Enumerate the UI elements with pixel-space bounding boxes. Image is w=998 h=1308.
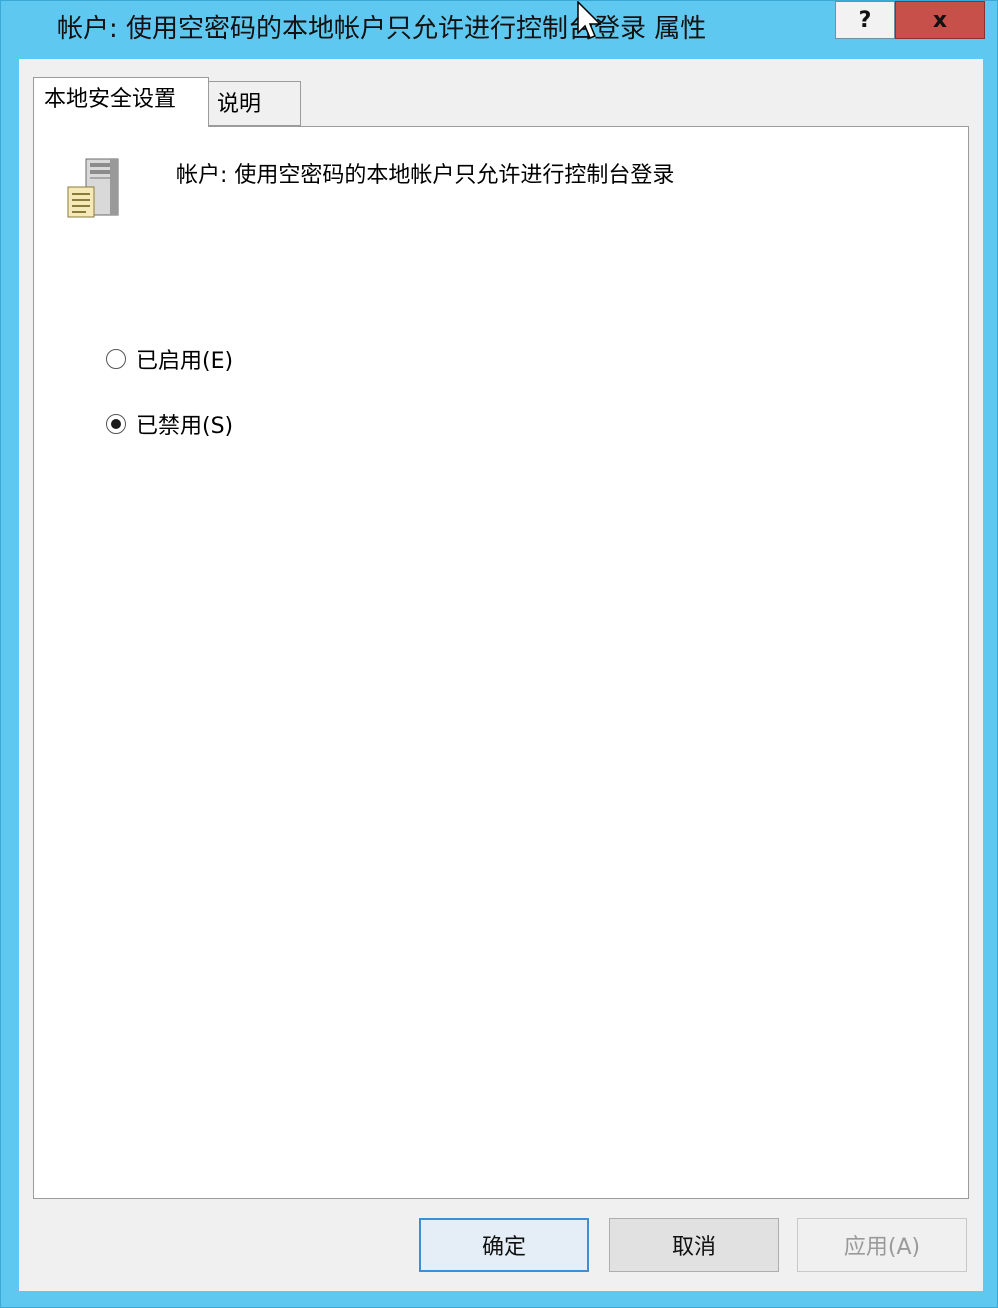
- help-button[interactable]: ?: [835, 1, 895, 39]
- tab-explain[interactable]: 说明: [209, 81, 301, 126]
- radio-label: 已禁用(S): [136, 414, 234, 439]
- tab-local-security-setting[interactable]: 本地安全设置: [33, 77, 209, 127]
- radio-label: 已启用(E): [136, 349, 234, 374]
- cancel-button[interactable]: 取消: [609, 1218, 779, 1272]
- close-icon: x: [932, 7, 948, 33]
- properties-dialog: 帐户: 使用空密码的本地帐户只允许进行控制台登录 属性 ? x 本地安全设置 说…: [0, 0, 998, 1308]
- title-bar[interactable]: 帐户: 使用空密码的本地帐户只允许进行控制台登录 属性 ? x: [1, 1, 997, 59]
- tab-label: 说明: [217, 92, 262, 117]
- mouse-cursor-icon: [577, 1, 602, 39]
- policy-title: 帐户: 使用空密码的本地帐户只允许进行控制台登录: [176, 163, 675, 188]
- tab-panel: 帐户: 使用空密码的本地帐户只允许进行控制台登录 已启用(E) 已禁用(S): [33, 126, 969, 1199]
- radio-button[interactable]: [106, 349, 126, 369]
- ok-button[interactable]: 确定: [419, 1218, 589, 1272]
- help-icon: ?: [858, 7, 872, 33]
- window-title: 帐户: 使用空密码的本地帐户只允许进行控制台登录 属性: [57, 14, 707, 44]
- close-button[interactable]: x: [895, 1, 985, 39]
- radio-selected-dot: [111, 419, 121, 429]
- apply-button: 应用(A): [797, 1218, 967, 1272]
- radio-button[interactable]: [106, 414, 126, 434]
- radio-disabled[interactable]: 已禁用(S): [106, 408, 233, 440]
- tab-label: 本地安全设置: [44, 87, 177, 112]
- radio-enabled[interactable]: 已启用(E): [106, 343, 233, 375]
- dialog-client-area: 本地安全设置 说明 帐户: 使用空密码的本地帐户只允许进行控制台登录 已启用(E…: [19, 59, 983, 1291]
- server-document-icon: [67, 158, 119, 218]
